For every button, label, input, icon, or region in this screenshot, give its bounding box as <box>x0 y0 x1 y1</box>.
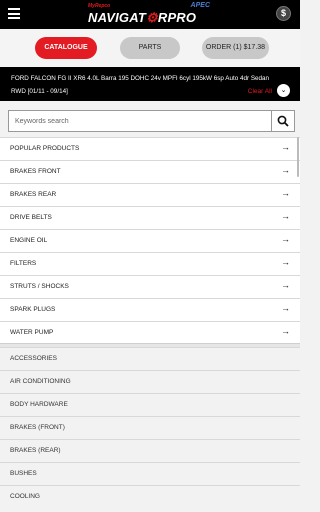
category-row[interactable]: ACCESSORIES <box>0 347 300 370</box>
clear-all-link[interactable]: Clear All <box>248 88 272 95</box>
arrow-right-icon: → <box>281 257 290 267</box>
category-row[interactable]: BRAKES REAR → <box>0 183 300 206</box>
selected-vehicle-bar: FORD FALCON FG II XR6 4.0L Barra 195 DOH… <box>0 67 300 101</box>
gear-icon: ⚙ <box>145 10 158 25</box>
vehicle-description: FORD FALCON FG II XR6 4.0L Barra 195 DOH… <box>11 75 270 82</box>
category-label: BRAKES (FRONT) <box>10 424 65 431</box>
category-label: STRUTS / SHOCKS <box>10 283 69 290</box>
arrow-right-icon: → <box>281 211 290 221</box>
all-category-list: ACCESSORIES AIR CONDITIONING BODY HARDWARE… <box>0 347 300 508</box>
popular-category-list: POPULAR PRODUCTS → BRAKES FRONT → BRAKES REA… <box>0 137 300 344</box>
category-label: BRAKES FRONT <box>10 168 61 175</box>
tab-parts[interactable]: PARTS <box>120 37 180 59</box>
search-box <box>8 110 295 132</box>
arrow-right-icon: → <box>281 234 290 244</box>
category-label: SPARK PLUGS <box>10 306 56 313</box>
arrow-right-icon: → <box>281 303 290 313</box>
category-label: ACCESSORIES <box>10 355 57 362</box>
main-nav: CATALOGUE PARTS ORDER (1) $17.38 <box>0 29 300 67</box>
category-label: COOLING <box>10 493 40 500</box>
vehicle-years: RWD [01/11 - 09/14] <box>11 88 68 95</box>
logo-navigator-pro: NAVIGAT⚙RPRO <box>88 10 197 25</box>
category-label: WATER PUMP <box>10 329 54 336</box>
search-section <box>0 101 300 137</box>
category-row[interactable]: DRIVE BELTS → <box>0 206 300 229</box>
category-label: BRAKES REAR <box>10 191 57 198</box>
category-row[interactable]: BRAKES (FRONT) <box>0 416 300 439</box>
tab-catalogue[interactable]: CATALOGUE <box>35 37 97 59</box>
chevron-down-icon[interactable]: ⌄ <box>277 84 290 97</box>
category-row[interactable]: STRUTS / SHOCKS → <box>0 275 300 298</box>
scrollbar-thumb[interactable] <box>297 137 299 177</box>
arrow-right-icon: → <box>281 326 290 336</box>
category-row[interactable]: BRAKES (REAR) <box>0 439 300 462</box>
category-label: BODY HARDWARE <box>10 401 68 408</box>
category-row[interactable]: SPARK PLUGS → <box>0 298 300 321</box>
category-row[interactable]: BRAKES FRONT → <box>0 160 300 183</box>
category-row[interactable]: BUSHES <box>0 462 300 485</box>
category-row[interactable]: WATER PUMP → <box>0 321 300 344</box>
arrow-right-icon: → <box>281 188 290 198</box>
category-label: AIR CONDITIONING <box>10 378 71 385</box>
search-button[interactable] <box>271 111 294 131</box>
app-logo: MyRepco APEC NAVIGAT⚙RPRO <box>88 2 212 26</box>
logo-apec: APEC <box>190 2 210 9</box>
arrow-right-icon: → <box>281 142 290 152</box>
dollar-account-icon[interactable]: $ <box>276 6 291 21</box>
arrow-right-icon: → <box>281 280 290 290</box>
top-bar: MyRepco APEC NAVIGAT⚙RPRO $ <box>0 0 300 29</box>
search-icon <box>277 115 289 127</box>
category-row[interactable]: COOLING <box>0 485 300 508</box>
category-row[interactable]: BODY HARDWARE <box>0 393 300 416</box>
category-label: BUSHES <box>10 470 37 477</box>
category-row[interactable]: FILTERS → <box>0 252 300 275</box>
logo-brand-small: MyRepco <box>88 3 111 9</box>
arrow-right-icon: → <box>281 165 290 175</box>
category-row[interactable]: POPULAR PRODUCTS → <box>0 137 300 160</box>
category-label: ENGINE OIL <box>10 237 48 244</box>
category-label: POPULAR PRODUCTS <box>10 145 80 152</box>
hamburger-menu-icon[interactable] <box>8 8 20 19</box>
category-row[interactable]: ENGINE OIL → <box>0 229 300 252</box>
category-label: BRAKES (REAR) <box>10 447 61 454</box>
tab-order[interactable]: ORDER (1) $17.38 <box>202 37 269 59</box>
search-input[interactable] <box>9 111 272 131</box>
category-label: FILTERS <box>10 260 37 267</box>
category-row[interactable]: AIR CONDITIONING <box>0 370 300 393</box>
category-label: DRIVE BELTS <box>10 214 52 221</box>
